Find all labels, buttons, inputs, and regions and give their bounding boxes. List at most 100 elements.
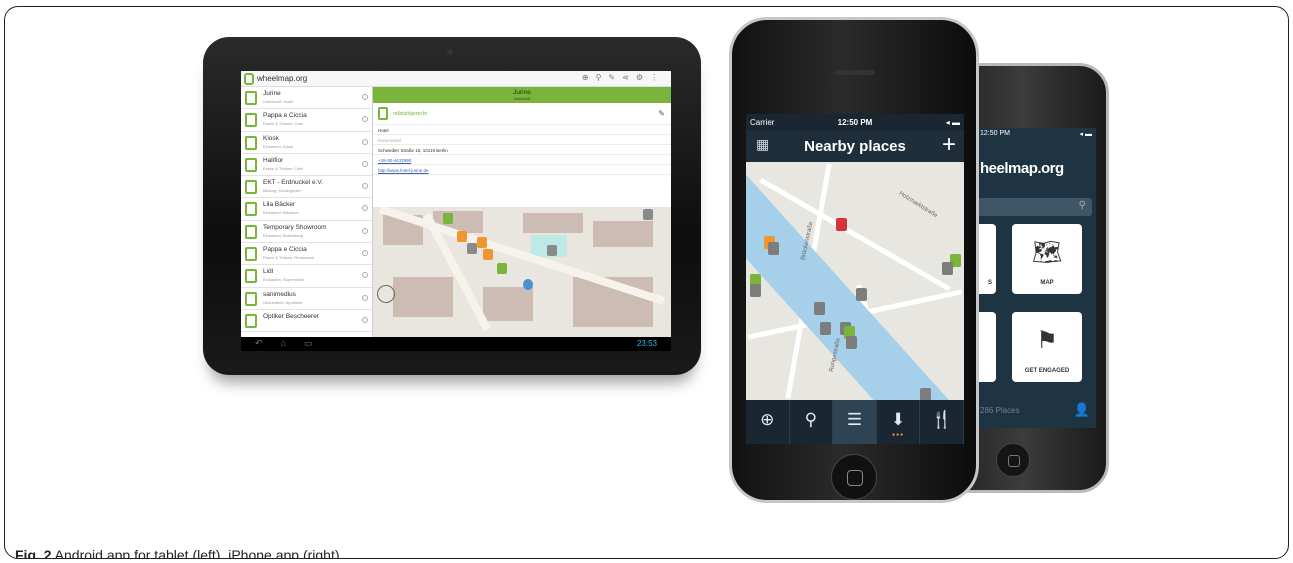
tablet-action-icons[interactable]: ⊕⚲✎⋖⚙⋮ (582, 73, 665, 82)
battery-icon: ◂ ▬ (945, 118, 960, 127)
distance-icon (362, 138, 368, 145)
list-item-name: sanimedius (263, 290, 296, 298)
android-tablet: wheelmap.org ⊕⚲✎⋖⚙⋮ Jurine Unterkunft: Ho… (203, 37, 701, 375)
wheelchair-status-icon (245, 224, 257, 239)
iphone-home-screen: 12:50 PM ◂ ▬ heelmap.org ⚲ S 🗺 MAP ⚑ GET… (976, 128, 1096, 428)
list-item[interactable]: EKT - Erdnuckel e.V. Bildung: Kindergarte… (241, 176, 372, 199)
map-marker-icon[interactable] (856, 288, 867, 301)
map-marker-icon[interactable] (477, 237, 487, 248)
wheelchair-status-icon (245, 291, 257, 306)
map-marker-icon[interactable] (846, 336, 857, 349)
tablet-map[interactable] (373, 207, 671, 337)
list-item-category: Gesundheit: Apotheke (263, 299, 303, 305)
wheelchair-status-icon (245, 313, 257, 328)
home-search-input[interactable]: ⚲ (978, 198, 1092, 216)
list-item[interactable]: Pappa e Ciccia Essen & Trinken: Restauran… (241, 243, 372, 266)
detail-category: Hotel (373, 125, 671, 135)
wheelchair-status-icon (245, 202, 257, 217)
ios-status-bar: Carrier 12:50 PM ◂ ▬ (746, 114, 964, 130)
wheelmap-logo-icon (244, 73, 254, 85)
list-item-name: Lidl (263, 268, 274, 276)
map-marker-icon[interactable] (443, 213, 453, 224)
map-marker-icon[interactable] (942, 262, 953, 275)
map-building (483, 287, 533, 321)
compass-icon[interactable] (377, 285, 395, 303)
tablet-app-title: wheelmap.org (257, 74, 308, 83)
distance-icon (362, 272, 368, 279)
ios-nav-bar: ▦ Nearby places + (746, 130, 964, 162)
list-item[interactable]: Lidl Einkaufen: Supermarkt (241, 265, 372, 288)
map-marker-icon[interactable] (547, 245, 557, 256)
search-icon: ⚲ (1078, 200, 1086, 211)
category-food-icon[interactable]: 🍴 (920, 400, 964, 444)
distance-icon (362, 94, 368, 100)
river-spree (746, 162, 949, 400)
get-engaged-tile[interactable]: ⚑ GET ENGAGED (1012, 312, 1082, 382)
map-building (393, 277, 453, 317)
list-item[interactable]: Pappa e Ciccia Essen & Trinken: Cafe (241, 109, 372, 132)
nav-title: Nearby places (804, 138, 906, 155)
map-marker-icon[interactable] (483, 249, 493, 260)
accessibility-status[interactable]: rollstuhlgerecht ✎ (373, 103, 671, 125)
map-marker-icon[interactable] (836, 218, 847, 231)
map-marker-icon[interactable] (643, 209, 653, 220)
distance-icon (362, 183, 368, 190)
list-item[interactable]: Optiker Bescheerer (241, 310, 372, 333)
iphone-nearby-screen: Carrier 12:50 PM ◂ ▬ ▦ Nearby places + H… (746, 114, 964, 444)
list-item-name: Pappa e Ciccia (263, 246, 307, 254)
wheelchair-filter-icon[interactable]: ⬇ ●●● (877, 400, 921, 444)
list-item-name: Jurine (263, 90, 281, 97)
list-item[interactable]: sanimedius Gesundheit: Apotheke (241, 288, 372, 310)
add-place-icon[interactable]: + (942, 131, 956, 159)
locate-icon[interactable]: ⊕ (746, 400, 790, 444)
map-marker-icon[interactable] (457, 231, 467, 242)
current-location-icon (523, 279, 533, 290)
list-item[interactable]: Temporary Showroom Einkaufen: Bekleidung (241, 221, 372, 244)
search-icon[interactable]: ⚲ (790, 400, 834, 444)
places-count: 286 Places (980, 406, 1020, 415)
user-profile-icon[interactable]: 👤 (1074, 402, 1090, 418)
detail-website-link[interactable]: http://www.hotel-jurine.de (373, 165, 671, 175)
detail-title: Jurine (513, 89, 531, 96)
list-item[interactable]: Halifior Essen & Trinken: Cafe (241, 154, 372, 177)
wheelmap-logo: heelmap.org (980, 160, 1064, 177)
map-marker-icon[interactable] (814, 302, 825, 315)
tablet-place-list[interactable]: Jurine Unterkunft: Hotel Pappa e Ciccia Es… (241, 87, 373, 337)
map-marker-icon[interactable] (820, 322, 831, 335)
list-item-name: Temporary Showroom (263, 223, 327, 231)
distance-icon (362, 294, 368, 301)
map-marker-icon[interactable] (497, 263, 507, 274)
street-label: Holzmarktstraße (897, 190, 939, 220)
help-tile[interactable] (976, 312, 996, 382)
nearby-map[interactable]: Holzmarktstraße Brückenstraße Rungestraß… (746, 162, 964, 400)
figure-frame: wheelmap.org ⊕⚲✎⋖⚙⋮ Jurine Unterkunft: Ho… (4, 6, 1289, 559)
list-item-category: Bildung: Kindergarten (263, 188, 302, 194)
list-item-category: Unterkunft: Hotel (263, 99, 294, 104)
front-camera (820, 78, 826, 84)
detail-comment-field[interactable]: Kommentar (373, 135, 671, 145)
battery-icon: ◂ ▬ (1079, 131, 1092, 138)
map-marker-icon[interactable] (920, 388, 931, 400)
wheelchair-status-icon (245, 113, 257, 128)
get-engaged-label: GET ENGAGED (1024, 368, 1070, 374)
detail-phone-link[interactable]: +49-30-4432990 (373, 155, 671, 165)
edit-pencil-icon[interactable]: ✎ (658, 109, 665, 118)
android-nav-keys[interactable]: ↶⌂▭ (255, 338, 330, 349)
distance-icon (362, 250, 368, 257)
map-tile[interactable]: 🗺 MAP (1012, 224, 1082, 294)
figure-label: Fig. 2 (15, 547, 52, 559)
map-tile-label: MAP (1040, 280, 1054, 286)
list-icon[interactable]: ☰ (833, 400, 877, 444)
map-marker-icon[interactable] (467, 243, 477, 254)
list-tile[interactable]: S (976, 224, 996, 294)
list-item[interactable]: Lila Bäcker Einkaufen: Bäckerei (241, 198, 372, 221)
wheelchair-status-icon (245, 247, 257, 262)
map-marker-icon[interactable] (750, 284, 761, 297)
list-item-name: Halifior (263, 156, 284, 164)
list-item-category: Essen & Trinken: Cafe (263, 165, 303, 171)
list-item[interactable]: Kiosk Einkaufen: Kiosk (241, 132, 372, 154)
map-marker-icon[interactable] (768, 242, 779, 255)
wheelchair-status-icon (245, 135, 257, 150)
list-item[interactable]: Jurine Unterkunft: Hotel (241, 87, 372, 110)
map-icon: 🗺 (1031, 239, 1063, 266)
